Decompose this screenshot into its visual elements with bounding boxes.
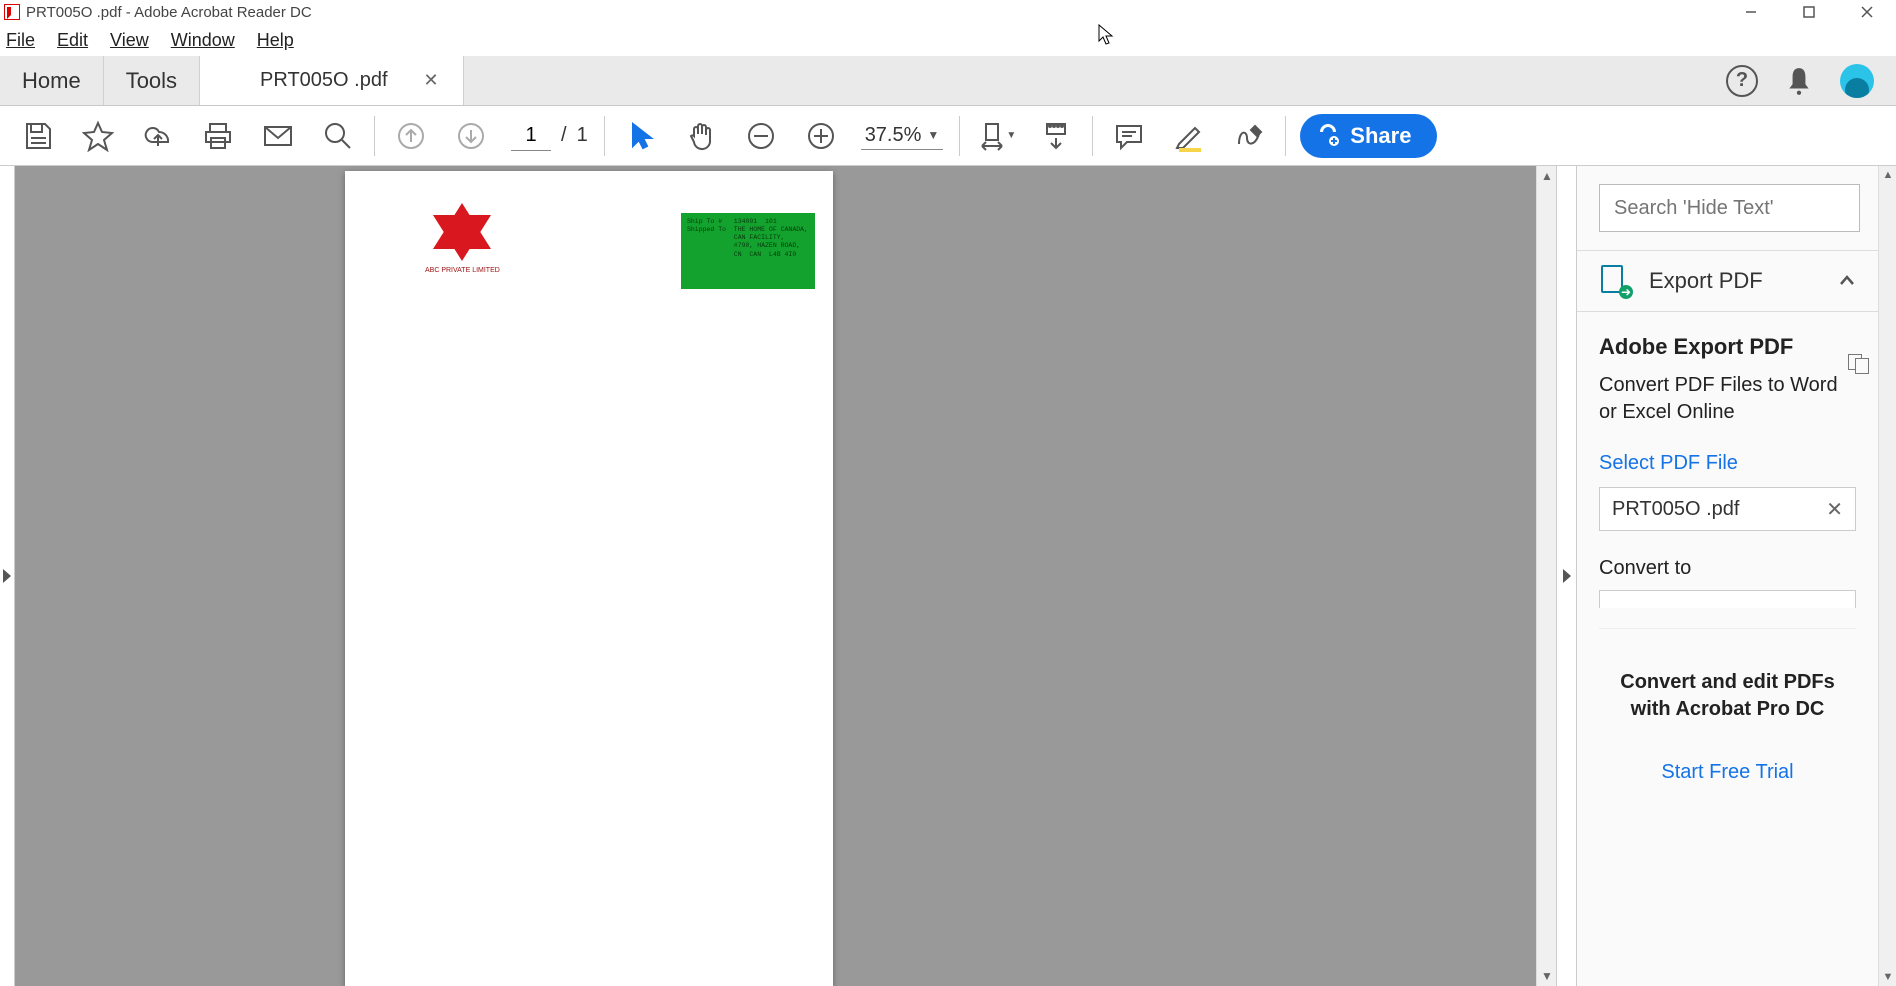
page-current-input[interactable] bbox=[511, 121, 551, 151]
menu-bar: File Edit View Window Help bbox=[0, 24, 1896, 56]
panel-scrollbar[interactable]: ▲ ▼ bbox=[1878, 166, 1896, 986]
separator bbox=[604, 116, 605, 156]
scroll-down-icon[interactable]: ▼ bbox=[1537, 966, 1557, 986]
toolbar: / 1 37.5% ▼ ▼ Share bbox=[0, 106, 1896, 166]
tab-close-icon[interactable]: ✕ bbox=[424, 70, 439, 91]
logo-caption: ABC PRIVATE LIMITED bbox=[425, 267, 500, 274]
vertical-scrollbar[interactable]: ▲ ▼ bbox=[1536, 166, 1556, 986]
save-icon[interactable] bbox=[8, 106, 68, 166]
tabs-row: Home Tools PRT005O .pdf ✕ ? bbox=[0, 56, 1896, 106]
document-canvas[interactable]: ABC PRIVATE LIMITED Ship To # 134001 101… bbox=[15, 166, 1536, 986]
page-indicator: / 1 bbox=[511, 121, 588, 151]
star-icon bbox=[433, 203, 491, 261]
separator bbox=[1285, 116, 1286, 156]
hand-tool-icon[interactable] bbox=[671, 106, 731, 166]
share-button[interactable]: Share bbox=[1300, 114, 1437, 158]
tab-tools[interactable]: Tools bbox=[104, 56, 200, 105]
ship-to-text: Ship To # 134001 101 Shipped To THE HOME… bbox=[687, 218, 809, 259]
start-trial-link[interactable]: Start Free Trial bbox=[1599, 761, 1856, 784]
export-pdf-title: Export PDF bbox=[1649, 268, 1820, 294]
close-button[interactable] bbox=[1838, 0, 1896, 24]
help-icon[interactable]: ? bbox=[1726, 65, 1758, 97]
sign-icon[interactable] bbox=[1219, 106, 1279, 166]
export-pdf-header[interactable]: ➜ Export PDF bbox=[1577, 250, 1878, 312]
title-bar: PRT005O .pdf - Adobe Acrobat Reader DC bbox=[0, 0, 1896, 24]
promo-text: Convert and edit PDFs with Acrobat Pro D… bbox=[1599, 669, 1856, 723]
selected-file-name: PRT005O .pdf bbox=[1612, 498, 1739, 521]
zoom-out-icon[interactable] bbox=[731, 106, 791, 166]
export-description: Convert PDF Files to Word or Excel Onlin… bbox=[1599, 372, 1856, 426]
settings-icon[interactable] bbox=[1848, 354, 1870, 374]
tab-document[interactable]: PRT005O .pdf ✕ bbox=[200, 56, 464, 105]
menu-window[interactable]: Window bbox=[171, 30, 235, 51]
scroll-up-icon[interactable]: ▲ bbox=[1537, 166, 1557, 186]
zoom-value: 37.5% bbox=[865, 124, 922, 147]
scroll-mode-icon[interactable] bbox=[1026, 106, 1086, 166]
main-area: ABC PRIVATE LIMITED Ship To # 134001 101… bbox=[0, 166, 1896, 986]
separator bbox=[1092, 116, 1093, 156]
cloud-upload-icon[interactable] bbox=[128, 106, 188, 166]
app-icon bbox=[4, 4, 20, 20]
convert-to-label: Convert to bbox=[1599, 557, 1856, 580]
tools-search-input[interactable] bbox=[1614, 197, 1845, 220]
highlight-icon[interactable] bbox=[1159, 106, 1219, 166]
menu-help[interactable]: Help bbox=[257, 30, 294, 51]
menu-edit[interactable]: Edit bbox=[57, 30, 88, 51]
minimize-button[interactable] bbox=[1722, 0, 1780, 24]
chevron-down-icon: ▼ bbox=[927, 128, 939, 142]
convert-to-dropdown[interactable] bbox=[1599, 590, 1856, 608]
pdf-page: ABC PRIVATE LIMITED Ship To # 134001 101… bbox=[345, 171, 833, 986]
zoom-in-icon[interactable] bbox=[791, 106, 851, 166]
find-icon[interactable] bbox=[308, 106, 368, 166]
chevron-up-icon bbox=[1838, 272, 1856, 290]
share-icon bbox=[1316, 124, 1340, 148]
page-up-icon[interactable] bbox=[381, 106, 441, 166]
company-logo: ABC PRIVATE LIMITED bbox=[425, 203, 500, 274]
select-file-label: Select PDF File bbox=[1599, 452, 1856, 475]
selected-file-box[interactable]: PRT005O .pdf ✕ bbox=[1599, 487, 1856, 531]
promo-section: Convert and edit PDFs with Acrobat Pro D… bbox=[1599, 628, 1856, 784]
ship-to-box: Ship To # 134001 101 Shipped To THE HOME… bbox=[681, 213, 815, 289]
comment-icon[interactable] bbox=[1099, 106, 1159, 166]
page-down-icon[interactable] bbox=[441, 106, 501, 166]
tab-home[interactable]: Home bbox=[0, 56, 104, 105]
tab-document-label: PRT005O .pdf bbox=[260, 69, 387, 92]
email-icon[interactable] bbox=[248, 106, 308, 166]
separator bbox=[959, 116, 960, 156]
print-icon[interactable] bbox=[188, 106, 248, 166]
nav-pane-toggle[interactable] bbox=[0, 166, 15, 986]
notifications-icon[interactable] bbox=[1786, 66, 1812, 96]
scroll-up-icon[interactable]: ▲ bbox=[1879, 166, 1896, 184]
tools-search[interactable] bbox=[1599, 184, 1860, 232]
star-icon[interactable] bbox=[68, 106, 128, 166]
page-sep: / bbox=[561, 124, 567, 147]
share-label: Share bbox=[1350, 123, 1411, 149]
chevron-left-icon bbox=[1563, 569, 1571, 583]
zoom-level[interactable]: 37.5% ▼ bbox=[861, 122, 944, 150]
avatar[interactable] bbox=[1840, 64, 1874, 98]
chevron-right-icon bbox=[3, 569, 11, 583]
tools-pane-toggle[interactable] bbox=[1556, 166, 1576, 986]
separator bbox=[374, 116, 375, 156]
menu-file[interactable]: File bbox=[6, 30, 35, 51]
scroll-down-icon[interactable]: ▼ bbox=[1879, 968, 1896, 986]
menu-view[interactable]: View bbox=[110, 30, 149, 51]
maximize-button[interactable] bbox=[1780, 0, 1838, 24]
export-pdf-icon: ➜ bbox=[1599, 265, 1631, 297]
right-panel: ➜ Export PDF Adobe Export PDF Convert PD… bbox=[1576, 166, 1896, 986]
fit-width-icon[interactable]: ▼ bbox=[966, 106, 1026, 166]
selection-tool-icon[interactable] bbox=[611, 106, 671, 166]
export-subtitle: Adobe Export PDF bbox=[1599, 334, 1856, 360]
document-area: ABC PRIVATE LIMITED Ship To # 134001 101… bbox=[0, 166, 1576, 986]
window-title: PRT005O .pdf - Adobe Acrobat Reader DC bbox=[26, 4, 312, 21]
clear-file-icon[interactable]: ✕ bbox=[1826, 497, 1843, 522]
page-total: 1 bbox=[577, 124, 588, 147]
